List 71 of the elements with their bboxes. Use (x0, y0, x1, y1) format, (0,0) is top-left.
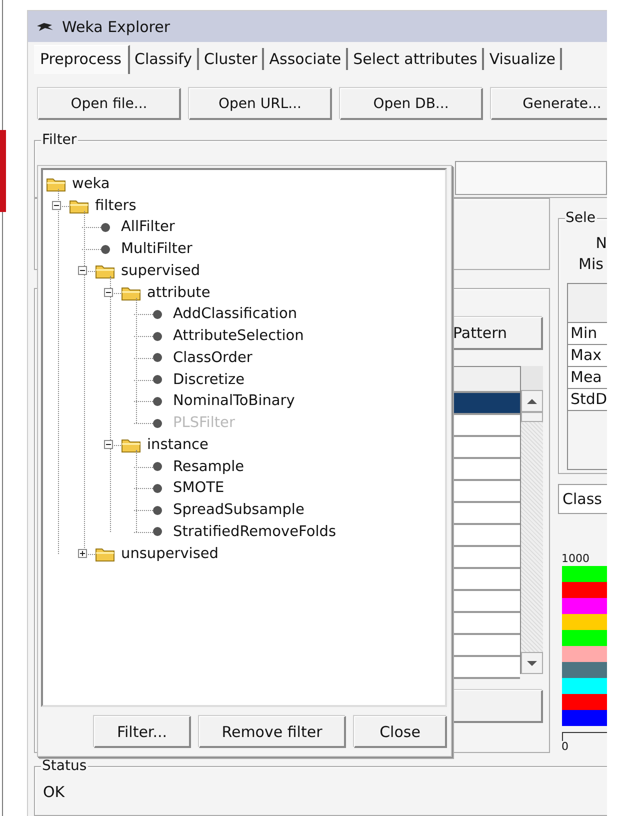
bullet-icon (152, 418, 162, 428)
toolbar-button[interactable]: Open DB... (340, 88, 483, 120)
class-dropdown[interactable]: Class (558, 484, 607, 514)
collapse-icon[interactable] (104, 288, 112, 298)
dialog-button[interactable]: Remove filter (199, 716, 346, 748)
tree-item[interactable]: SMOTE (167, 480, 224, 496)
bird-icon (36, 22, 54, 32)
table-cell: Min (568, 323, 607, 345)
bullet-icon (152, 353, 162, 362)
collapse-icon[interactable] (52, 201, 60, 210)
folder-icon (95, 262, 115, 279)
tree-item[interactable]: AttributeSelection (167, 328, 304, 344)
tree-item[interactable]: instance (141, 436, 208, 453)
tree-item[interactable]: AllFilter (115, 219, 175, 236)
field-label: N (594, 233, 607, 253)
tree-item[interactable]: MultiFilter (115, 241, 192, 258)
axis-label: 1000 (562, 552, 591, 566)
scroll-down-button[interactable] (520, 652, 543, 674)
tab[interactable]: Preprocess (34, 44, 130, 74)
tree-item[interactable]: StratifiedRemoveFolds (167, 524, 336, 540)
bullet-icon (152, 462, 162, 472)
bullet-icon (152, 506, 162, 515)
tab[interactable]: Cluster (199, 48, 264, 70)
bullet-icon (152, 396, 162, 406)
tab[interactable]: Classify (130, 48, 200, 70)
window-title: Weka Explorer (62, 18, 170, 36)
tree-item[interactable]: weka (66, 176, 110, 192)
status-text: OK (43, 783, 65, 801)
toolbar-button[interactable]: Open file... (38, 88, 181, 120)
table-cell: Max (568, 345, 607, 367)
tree-item[interactable]: AddClassification (167, 306, 298, 322)
folder-icon (121, 284, 141, 301)
tree-item[interactable]: SpreadSubsample (167, 502, 304, 518)
tree-item[interactable]: NominalToBinary (167, 393, 295, 410)
table-cell: Mea (568, 367, 607, 389)
bullet-icon (152, 484, 162, 493)
tab[interactable]: Select attributes (348, 48, 484, 70)
tree-item[interactable]: Discretize (167, 372, 245, 388)
bullet-icon (100, 244, 110, 254)
scroll-up-button[interactable] (520, 390, 543, 412)
folder-icon (95, 546, 115, 562)
bullet-icon (152, 332, 162, 341)
axis-line (562, 732, 607, 741)
bullet-icon (100, 222, 110, 232)
tree-item[interactable]: filters (89, 198, 136, 214)
tree-item[interactable]: Resample (167, 458, 244, 475)
bullet-icon (152, 375, 162, 384)
scrollbar[interactable] (520, 366, 543, 674)
tab[interactable]: Associate (264, 48, 348, 70)
dialog-button[interactable]: Filter... (94, 716, 191, 748)
tree-item[interactable]: attribute (141, 284, 210, 301)
filter-field[interactable] (455, 161, 607, 195)
toolbar-button[interactable]: Open URL... (189, 88, 332, 120)
collapse-icon[interactable] (104, 440, 112, 450)
tree-item[interactable]: supervised (115, 262, 200, 279)
table-cell: StdD (568, 389, 607, 411)
bullet-icon (152, 310, 162, 319)
field-label: Mis (578, 254, 604, 275)
axis-label: 0 (562, 741, 570, 753)
scroll-thumb[interactable] (520, 412, 543, 422)
folder-icon (121, 436, 141, 453)
toolbar-button[interactable]: Generate... (491, 88, 607, 120)
folder-icon (69, 198, 89, 214)
collapse-icon[interactable] (78, 266, 86, 276)
tree-item[interactable]: ClassOrder (167, 350, 252, 366)
dialog-button[interactable]: Close (354, 716, 447, 748)
tab[interactable]: Visualize (484, 48, 562, 70)
bullet-icon (152, 527, 162, 536)
tree-item[interactable]: unsupervised (115, 546, 218, 562)
expand-icon[interactable] (78, 549, 86, 558)
folder-icon (46, 176, 66, 192)
